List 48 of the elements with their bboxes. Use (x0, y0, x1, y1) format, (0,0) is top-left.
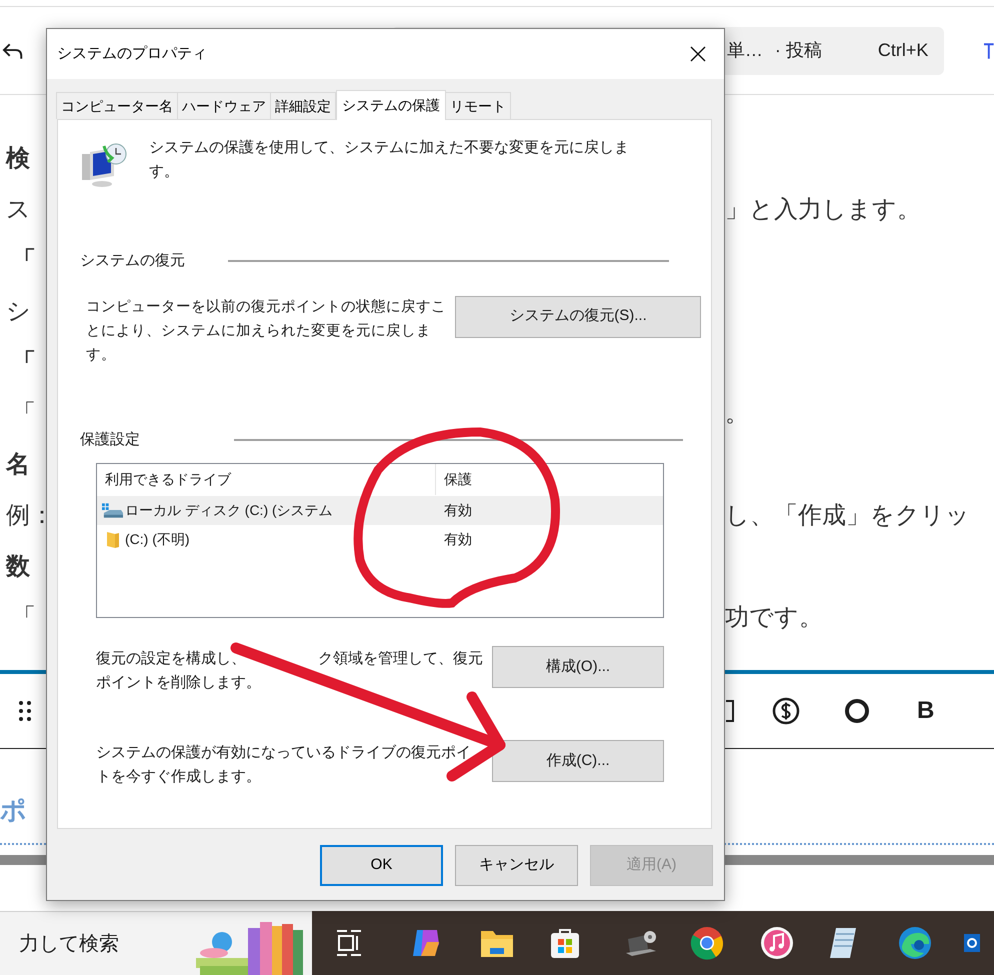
drive-row[interactable]: ローカル ディスク (C:) (システム 有効 (97, 496, 663, 525)
group-title: 保護設定 (80, 430, 141, 450)
article-text: 。 (725, 398, 749, 428)
bold-button[interactable]: B (917, 693, 934, 729)
column-header[interactable]: 利用できるドライブ (97, 464, 436, 495)
article-heading: 数 (4, 552, 30, 582)
protection-status: 有効 (443, 530, 472, 549)
group-title: システムの復元 (80, 251, 186, 271)
configure-description: ポイントを削除します。 (96, 673, 261, 693)
search-text: 単… (726, 39, 763, 62)
create-description: トを今すぐ作成します。 (96, 767, 261, 787)
article-text: 」と入力します。 (725, 194, 921, 224)
article-heading: 名 (4, 450, 30, 480)
drive-row[interactable]: (C:) (不明) 有効 (97, 525, 663, 554)
window-title: システムのプロパティ (57, 44, 208, 64)
create-description: システムの保護が有効になっているドライブの復元ポイ (96, 743, 471, 763)
shortcut-label: Ctrl+K (878, 39, 928, 62)
article-text: ス (5, 194, 31, 224)
post-label: · 投稿 (774, 39, 822, 62)
tab[interactable]: コンピューター名 (56, 92, 178, 119)
section-heading: ポ (0, 797, 27, 823)
configure-button[interactable]: 構成(O)... (492, 646, 664, 688)
article-text: 「 (11, 398, 36, 428)
tab[interactable]: リモート (445, 92, 511, 119)
article-text: 「 (11, 602, 36, 632)
configure-description: 復元の設定を構成し、 (96, 649, 246, 669)
configure-description: ク領域を管理して、復元 (318, 649, 483, 669)
article-heading: 検 (4, 144, 30, 174)
article-text: 例： (5, 500, 54, 530)
search-placeholder: 力して検索 (19, 932, 119, 956)
drive-name: (C:) (不明) (124, 530, 191, 549)
cancel-button[interactable]: キャンセル (455, 845, 578, 886)
ok-button[interactable]: OK (320, 845, 443, 886)
protection-status: 有効 (443, 501, 472, 520)
taskbar-search-field[interactable]: 力して検索 (0, 911, 312, 975)
article-text: し、「作成」をクリッ (725, 500, 970, 530)
restore-description: コンピューターを以前の復元ポイントの状態に戻すことにより、システムに加えられた変更を元に戻します。 (86, 298, 447, 364)
create-button[interactable]: 作成(C)... (492, 740, 664, 782)
article-text: シ (5, 296, 31, 326)
drive-name: ローカル ディスク (C:) (システム (124, 501, 334, 520)
system-restore-button[interactable]: システムの復元(S)... (455, 296, 701, 338)
tab[interactable]: 詳細設定 (270, 92, 336, 119)
intro-text: システムの保護を使用して、システムに加えた不要な変更を元に戻します。 (149, 138, 630, 182)
article-text: 功です。 (725, 602, 823, 632)
column-header[interactable]: 保護 (436, 464, 663, 495)
article-heading: 「 (11, 348, 36, 378)
article-heading: 「 (11, 246, 36, 276)
tab[interactable]: システムの保護 (336, 90, 446, 120)
